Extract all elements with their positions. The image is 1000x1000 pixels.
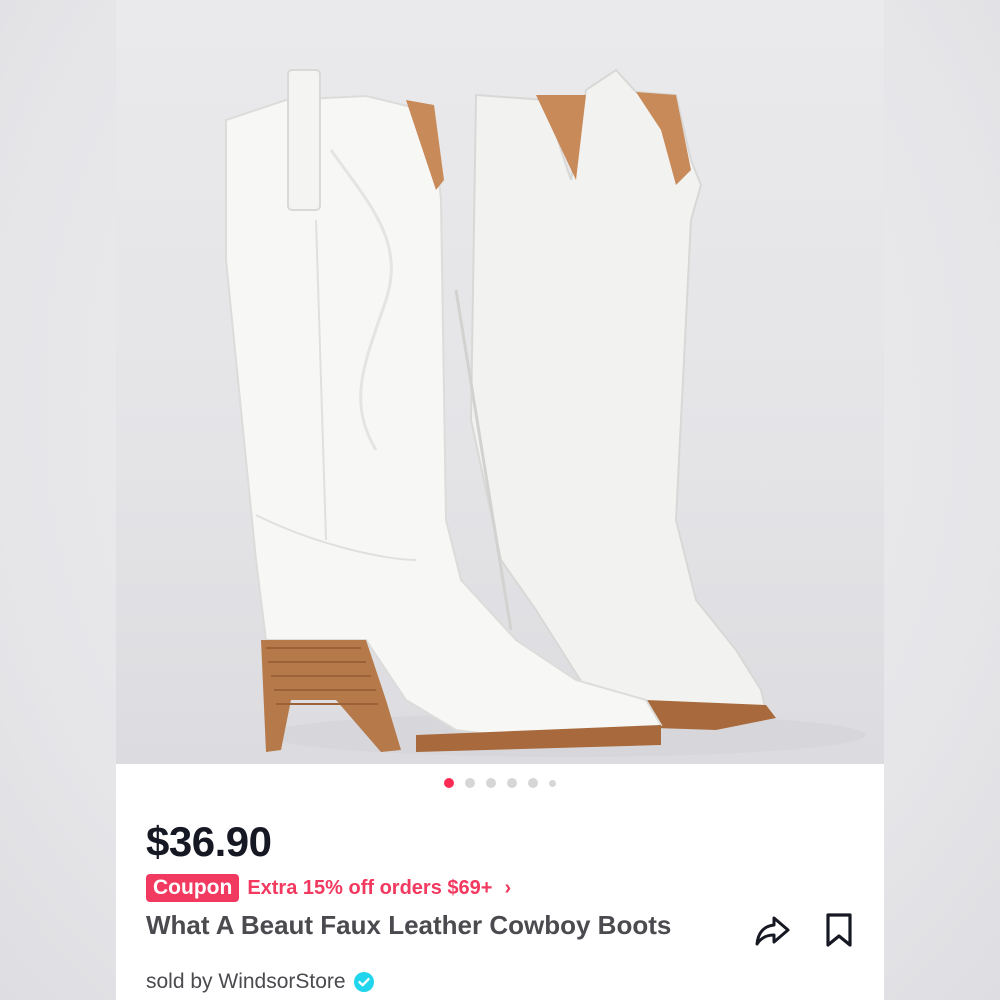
carousel-dot[interactable] (549, 780, 556, 787)
product-price: $36.90 (146, 818, 272, 865)
coupon-badge: Coupon (146, 874, 240, 902)
carousel-dot[interactable] (486, 778, 496, 788)
save-button[interactable] (819, 910, 859, 950)
carousel-dot-active[interactable] (444, 778, 454, 788)
bookmark-icon (826, 913, 852, 947)
share-icon (755, 916, 790, 946)
product-title: What A Beaut Faux Leather Cowboy Boots (146, 910, 672, 940)
product-card: $36.90 Coupon Extra 15% off orders $69+ … (116, 0, 884, 1000)
chevron-right-icon: › (504, 876, 512, 899)
cowboy-boots-illustration (225, 68, 866, 757)
carousel-dot[interactable] (465, 778, 475, 788)
carousel-dot[interactable] (528, 778, 538, 788)
share-button[interactable] (752, 910, 792, 950)
coupon-banner[interactable]: Coupon Extra 15% off orders $69+ › (146, 873, 511, 903)
carousel-dot[interactable] (507, 778, 517, 788)
product-image[interactable] (116, 0, 884, 764)
coupon-offer-text: Extra 15% off orders $69+ (247, 876, 493, 899)
seller-info[interactable]: sold by WindsorStore (146, 970, 374, 994)
seller-name: sold by WindsorStore (146, 970, 346, 993)
verified-badge-icon (353, 972, 374, 992)
carousel-indicator[interactable] (116, 778, 884, 788)
